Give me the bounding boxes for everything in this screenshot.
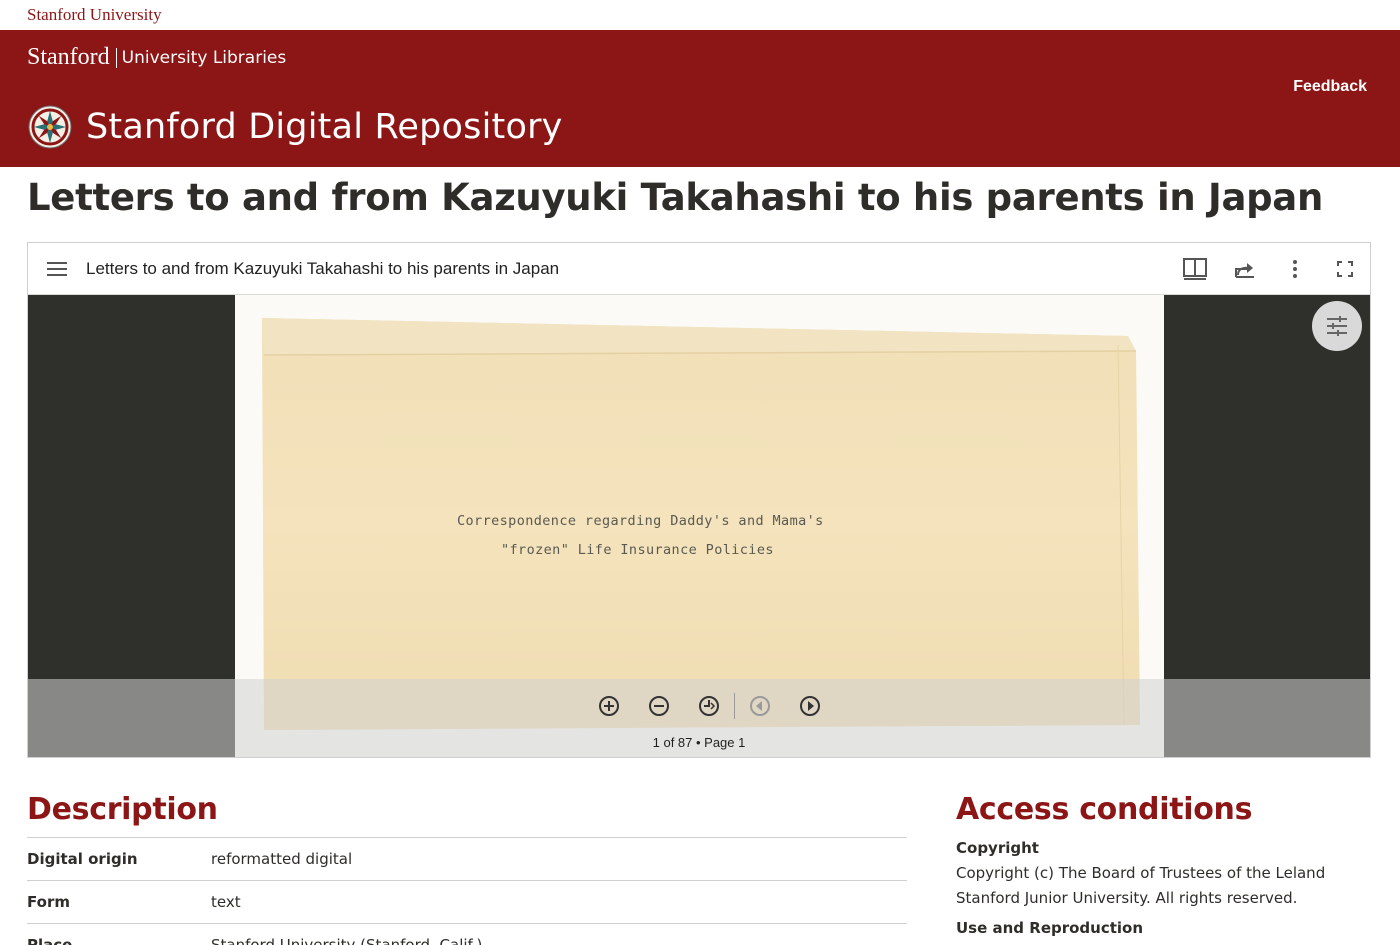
use-reproduction-label: Use and Reproduction xyxy=(956,919,1144,937)
description-table: Digital origin reformatted digital Form … xyxy=(27,837,907,945)
fullscreen-button[interactable] xyxy=(1320,243,1370,295)
site-title-link[interactable]: Stanford Digital Repository xyxy=(28,105,563,149)
row-label: Place xyxy=(27,936,73,945)
table-row: Digital origin reformatted digital xyxy=(27,838,907,881)
envelope-text-line1: Correspondence regarding Daddy's and Mam… xyxy=(457,513,824,529)
masthead: Stanford University Libraries Feedback S… xyxy=(0,30,1400,167)
reset-zoom-button[interactable] xyxy=(684,693,734,719)
reset-zoom-icon xyxy=(699,696,719,716)
access-heading: Access conditions xyxy=(956,792,1253,827)
row-value: reformatted digital xyxy=(211,850,353,868)
table-row: Form text xyxy=(27,881,907,924)
viewer-canvas[interactable]: Correspondence regarding Daddy's and Mam… xyxy=(28,295,1370,757)
viewer-controls: 1 of 87 • Page 1 xyxy=(28,679,1370,757)
book-view-icon xyxy=(1183,258,1207,280)
menu-icon xyxy=(47,261,67,276)
share-button[interactable] xyxy=(1220,243,1270,295)
row-label: Form xyxy=(27,893,70,911)
row-value: text xyxy=(211,893,241,911)
zoom-in-button[interactable] xyxy=(584,693,634,719)
identity-bar: Stanford University xyxy=(0,0,1400,30)
image-adjust-button[interactable] xyxy=(1312,301,1362,351)
menu-button[interactable] xyxy=(28,243,86,295)
description-section: Description Digital origin reformatted d… xyxy=(27,792,907,945)
libraries-logo[interactable]: Stanford University Libraries xyxy=(27,44,286,71)
book-view-button[interactable] xyxy=(1170,243,1220,295)
feedback-link[interactable]: Feedback xyxy=(1293,78,1367,96)
viewer-toolbar: Letters to and from Kazuyuki Takahashi t… xyxy=(28,243,1370,295)
copyright-label: Copyright xyxy=(956,839,1039,857)
previous-page-icon xyxy=(750,696,770,716)
logo-divider xyxy=(115,47,117,68)
logo-libraries: University Libraries xyxy=(121,47,287,68)
envelope-text-line2: "frozen" Life Insurance Policies xyxy=(501,542,774,558)
access-conditions-section: Access conditions Copyright Copyright (c… xyxy=(956,792,1376,937)
page-count: 1 of 87 • Page 1 xyxy=(652,735,746,750)
zoom-in-icon xyxy=(599,696,619,716)
row-value: Stanford University (Stanford, Calif.) xyxy=(211,936,483,945)
site-title: Stanford Digital Repository xyxy=(86,107,563,147)
more-options-icon xyxy=(1293,260,1297,278)
row-label: Digital origin xyxy=(27,850,138,868)
sdr-emblem-icon xyxy=(28,105,72,149)
viewer-title: Letters to and from Kazuyuki Takahashi t… xyxy=(86,258,560,278)
image-viewer: Letters to and from Kazuyuki Takahashi t… xyxy=(27,242,1371,758)
description-heading: Description xyxy=(27,792,218,827)
share-icon xyxy=(1235,263,1254,278)
stanford-university-link[interactable]: Stanford University xyxy=(27,5,162,25)
previous-page-button[interactable] xyxy=(735,693,785,719)
more-options-button[interactable] xyxy=(1270,243,1320,295)
copyright-text: Copyright (c) The Board of Trustees of t… xyxy=(956,864,1326,907)
table-row: Place Stanford University (Stanford, Cal… xyxy=(27,924,907,945)
logo-stanford: Stanford xyxy=(27,44,110,70)
fullscreen-icon xyxy=(1337,261,1353,277)
zoom-out-button[interactable] xyxy=(634,693,684,719)
next-page-icon xyxy=(800,696,820,716)
zoom-out-icon xyxy=(649,696,669,716)
page-title: Letters to and from Kazuyuki Takahashi t… xyxy=(27,176,1324,219)
tune-icon xyxy=(1327,316,1347,336)
next-page-button[interactable] xyxy=(785,693,835,719)
